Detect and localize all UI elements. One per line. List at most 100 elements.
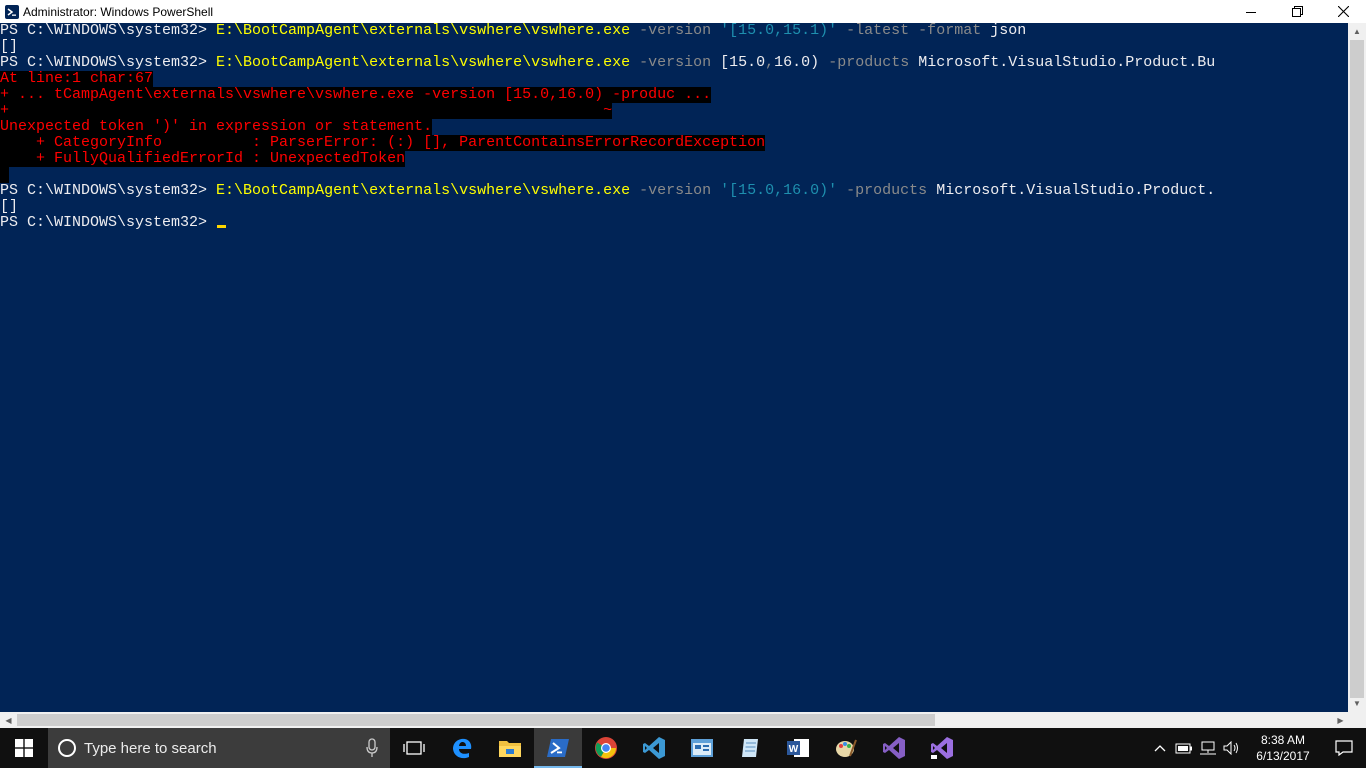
- console-text-segment: + ~: [0, 103, 613, 119]
- scroll-left-icon[interactable]: ◀: [0, 712, 17, 728]
- console-text-segment: Unexpected token ')' in expression or st…: [0, 119, 433, 135]
- windows-logo-icon: [15, 739, 33, 757]
- console-text-segment: -version: [630, 183, 721, 199]
- console-text-segment: json: [990, 23, 1027, 39]
- title-bar[interactable]: Administrator: Windows PowerShell: [0, 0, 1366, 23]
- search-placeholder: Type here to search: [84, 739, 217, 757]
- taskbar-visual-studio-preview[interactable]: [918, 728, 966, 768]
- window-controls: [1228, 0, 1366, 23]
- powershell-icon: [4, 4, 20, 20]
- console-text-segment: []: [0, 199, 19, 215]
- horizontal-scrollbar[interactable]: ◀ ▶: [0, 712, 1366, 728]
- network-button[interactable]: [1196, 728, 1220, 768]
- console-text-segment: E:\BootCampAgent\externals\vswhere\vswhe…: [216, 183, 631, 199]
- clock-date: 6/13/2017: [1256, 749, 1310, 763]
- vertical-scroll-thumb[interactable]: [1350, 40, 1364, 698]
- taskbar-file-explorer[interactable]: [486, 728, 534, 768]
- taskbar-vscode[interactable]: [630, 728, 678, 768]
- chevron-up-icon: [1154, 745, 1166, 752]
- network-icon: [1200, 741, 1216, 755]
- notepad-icon: [742, 739, 758, 757]
- microphone-icon[interactable]: [366, 738, 378, 758]
- console-text-segment: -latest -format: [837, 23, 991, 39]
- console-text-segment: + CategoryInfo : ParserError: (:) [], Pa…: [0, 135, 766, 151]
- console-line: + ... tCampAgent\externals\vswhere\vswhe…: [0, 87, 1348, 103]
- console-text-segment: PS C:\WINDOWS\system32>: [0, 23, 217, 39]
- console-text-segment: Microsoft.VisualStudio.Product.Bu: [918, 55, 1216, 71]
- task-view-button[interactable]: [390, 728, 438, 768]
- scroll-right-icon[interactable]: ▶: [1332, 712, 1349, 728]
- vscode-icon: [643, 737, 665, 759]
- taskbar: Type here to search W 8:38 AM 6/13/2017: [0, 728, 1366, 768]
- visual-studio-preview-icon: [931, 737, 953, 759]
- console-line: + FullyQualifiedErrorId : UnexpectedToke…: [0, 151, 1348, 167]
- paint-icon: [836, 739, 857, 757]
- console-line: PS C:\WINDOWS\system32> E:\BootCampAgent…: [0, 183, 1348, 199]
- taskbar-search-box[interactable]: Type here to search: [48, 728, 390, 768]
- volume-icon: [1223, 741, 1238, 755]
- console-text-segment: []: [0, 39, 19, 55]
- console-line: PS C:\WINDOWS\system32>: [0, 215, 1348, 231]
- system-tray: 8:38 AM 6/13/2017: [1148, 728, 1366, 768]
- console-text-segment: At line:1 char:67: [0, 71, 154, 87]
- console-text-segment: [0, 167, 10, 183]
- cortana-icon: [58, 739, 76, 757]
- show-hidden-icons-button[interactable]: [1148, 728, 1172, 768]
- console-line: [0, 167, 1348, 183]
- taskbar-word[interactable]: W: [774, 728, 822, 768]
- notification-icon: [1335, 740, 1353, 756]
- minimize-icon: [1246, 11, 1256, 13]
- console-output[interactable]: PS C:\WINDOWS\system32> E:\BootCampAgent…: [0, 23, 1348, 712]
- file-explorer-icon: [499, 741, 521, 757]
- console-text-segment: + FullyQualifiedErrorId : UnexpectedToke…: [0, 151, 406, 167]
- console-line: At line:1 char:67: [0, 71, 1348, 87]
- console-text-segment: E:\BootCampAgent\externals\vswhere\vswhe…: [216, 55, 631, 71]
- text-cursor: [217, 225, 227, 228]
- minimize-button[interactable]: [1228, 0, 1274, 23]
- taskbar-notepad[interactable]: [726, 728, 774, 768]
- battery-button[interactable]: [1172, 728, 1196, 768]
- chrome-icon: [595, 737, 617, 759]
- scroll-down-icon[interactable]: ▼: [1348, 695, 1366, 712]
- taskbar-paint[interactable]: [822, 728, 870, 768]
- console-line: []: [0, 39, 1348, 55]
- taskbar-app-window[interactable]: [678, 728, 726, 768]
- taskbar-chrome[interactable]: [582, 728, 630, 768]
- console-text-segment: ,: [765, 55, 775, 71]
- console-line: []: [0, 199, 1348, 215]
- close-icon: [1337, 6, 1349, 17]
- scroll-up-icon[interactable]: ▲: [1348, 23, 1366, 40]
- visual-studio-icon: [883, 737, 905, 759]
- console-text-segment: -products: [837, 183, 937, 199]
- console-line: + CategoryInfo : ParserError: (:) [], Pa…: [0, 135, 1348, 151]
- window-title: Administrator: Windows PowerShell: [23, 4, 214, 19]
- taskbar-clock[interactable]: 8:38 AM 6/13/2017: [1244, 732, 1322, 764]
- console-line: PS C:\WINDOWS\system32> E:\BootCampAgent…: [0, 55, 1348, 71]
- console-text-segment: '[15.0,15.1)': [720, 23, 838, 39]
- console-text-segment: -version: [630, 55, 721, 71]
- restore-button[interactable]: [1274, 0, 1320, 23]
- console-text-segment: [15.0: [720, 55, 766, 71]
- task-view-icon: [403, 741, 425, 755]
- powershell-icon: [547, 739, 569, 757]
- taskbar-powershell[interactable]: [534, 728, 582, 768]
- close-button[interactable]: [1320, 0, 1366, 23]
- console-text-segment: -products: [819, 55, 919, 71]
- console-text-segment: PS C:\WINDOWS\system32>: [0, 55, 217, 71]
- start-button[interactable]: [0, 728, 48, 768]
- taskbar-edge[interactable]: [438, 728, 486, 768]
- vertical-scrollbar[interactable]: ▲ ▼: [1348, 23, 1366, 712]
- console-line: Unexpected token ')' in expression or st…: [0, 119, 1348, 135]
- console-line: + ~: [0, 103, 1348, 119]
- horizontal-scroll-thumb[interactable]: [17, 714, 935, 726]
- console-line: PS C:\WINDOWS\system32> E:\BootCampAgent…: [0, 23, 1348, 39]
- volume-button[interactable]: [1220, 728, 1244, 768]
- edge-icon: [453, 738, 472, 759]
- svg-text:W: W: [789, 744, 799, 755]
- clock-time: 8:38 AM: [1260, 733, 1306, 747]
- console-text-segment: 16.0): [774, 55, 820, 71]
- console-text-segment: E:\BootCampAgent\externals\vswhere\vswhe…: [216, 23, 631, 39]
- console-text-segment: '[15.0,16.0)': [720, 183, 838, 199]
- taskbar-visual-studio[interactable]: [870, 728, 918, 768]
- action-center-button[interactable]: [1322, 728, 1366, 768]
